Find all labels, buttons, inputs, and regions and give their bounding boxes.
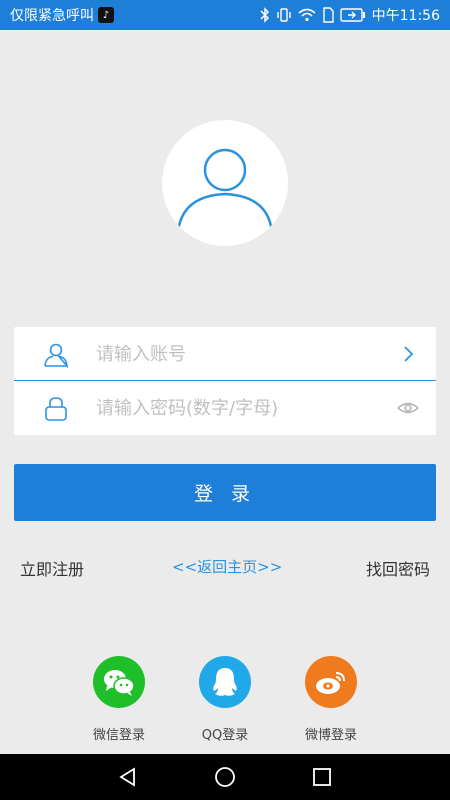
wechat-login[interactable]: 微信登录: [74, 656, 164, 743]
weibo-icon[interactable]: [305, 656, 357, 708]
account-input[interactable]: [96, 339, 386, 369]
password-input[interactable]: [96, 393, 386, 423]
weibo-login[interactable]: 微博登录: [286, 656, 376, 743]
qq-login[interactable]: QQ登录: [180, 656, 270, 743]
status-right: 中午11:56: [260, 5, 440, 25]
status-left: 仅限紧急呼叫 ♪: [10, 5, 114, 25]
user-icon: [44, 343, 69, 369]
back-nav-button[interactable]: [113, 762, 143, 792]
back-triangle-icon: [119, 767, 136, 787]
lock-icon: [45, 397, 67, 421]
forgot-password-link[interactable]: 找回密码: [366, 556, 430, 580]
sim-icon: [322, 7, 334, 23]
register-link[interactable]: 立即注册: [20, 556, 84, 580]
recents-square-icon: [312, 768, 331, 786]
tiktok-notification-icon: ♪: [98, 7, 114, 23]
chevron-right-icon[interactable]: [396, 342, 420, 366]
navigation-bar: [0, 754, 450, 800]
weibo-login-label: 微博登录: [304, 728, 357, 743]
clock-text: 中午11:56: [371, 8, 440, 24]
login-form: [14, 327, 436, 435]
carrier-text: 仅限紧急呼叫: [10, 8, 94, 24]
wechat-login-label: 微信登录: [92, 728, 145, 743]
avatar[interactable]: [162, 120, 288, 246]
battery-icon: [339, 8, 366, 22]
home-circle-icon: [215, 767, 235, 787]
login-button[interactable]: 登 录: [14, 464, 436, 521]
qq-login-label: QQ登录: [201, 728, 249, 743]
qq-icon[interactable]: [199, 656, 251, 708]
back-to-home-link[interactable]: <<返回主页>>: [172, 556, 282, 577]
user-avatar-icon: [176, 148, 274, 233]
vibrate-icon: [276, 7, 292, 23]
status-bar: 仅限紧急呼叫 ♪ 中午11:56: [0, 0, 450, 30]
password-row: [14, 381, 436, 435]
recents-nav-button[interactable]: [307, 762, 337, 792]
account-row: [14, 327, 436, 381]
home-nav-button[interactable]: [210, 762, 240, 792]
wifi-icon: [298, 8, 316, 22]
wechat-icon[interactable]: [93, 656, 145, 708]
bluetooth-icon: [260, 7, 270, 23]
eye-icon[interactable]: [396, 396, 420, 420]
